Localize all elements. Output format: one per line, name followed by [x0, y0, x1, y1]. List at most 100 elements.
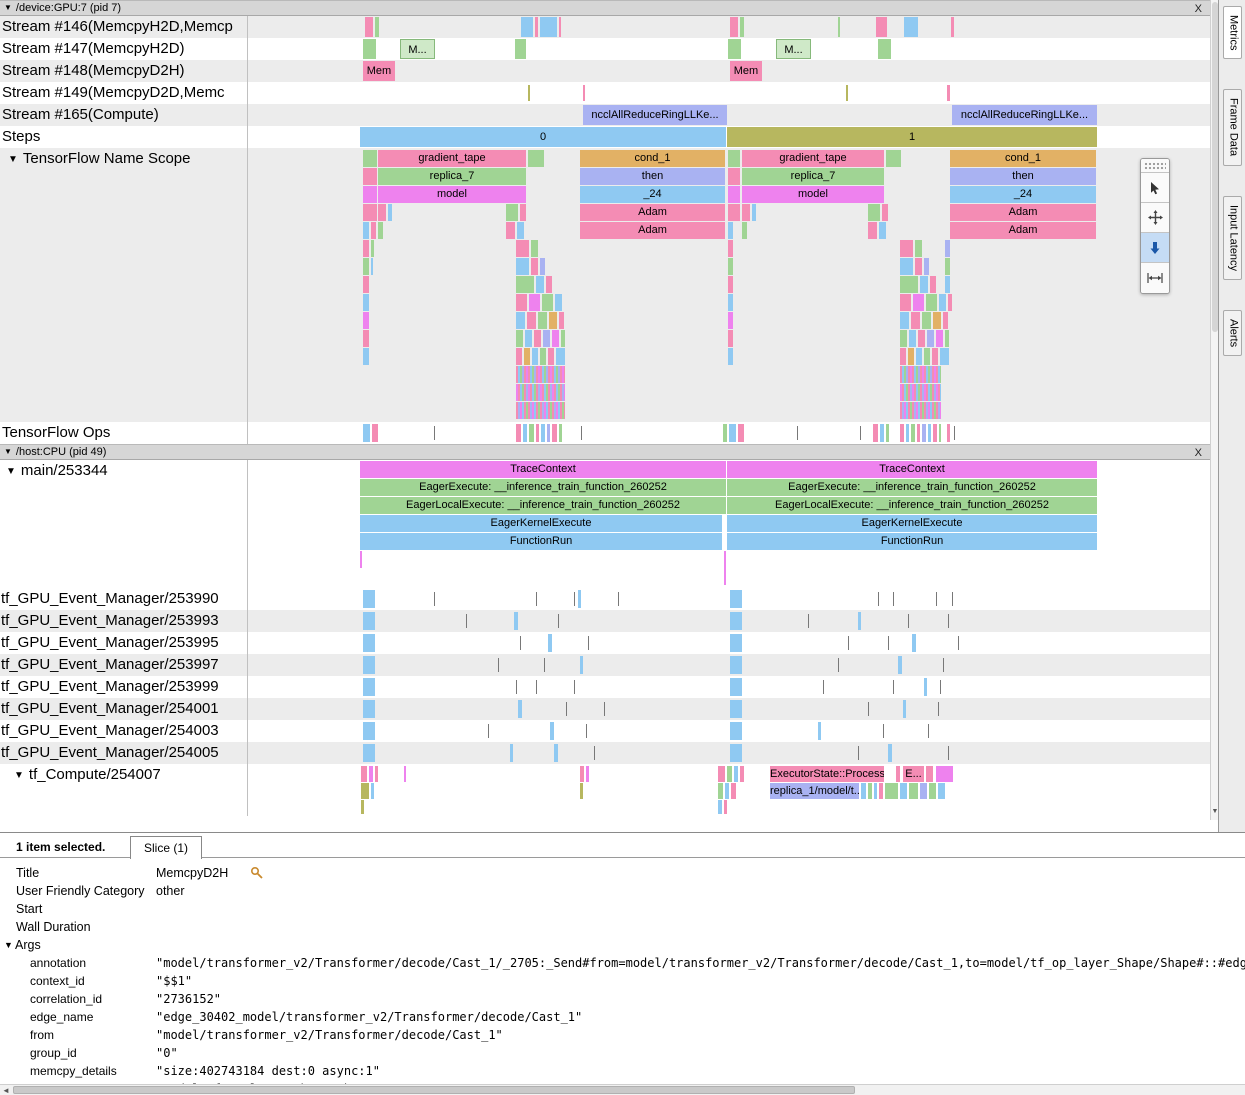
trace-slice[interactable]	[520, 204, 526, 221]
trace-slice[interactable]	[908, 348, 914, 365]
trace-slice[interactable]	[878, 39, 891, 59]
trace-slice[interactable]	[846, 85, 848, 101]
trace-slice[interactable]	[532, 348, 538, 365]
trace-slice[interactable]	[948, 294, 952, 311]
trace-slice[interactable]	[363, 294, 369, 311]
trace-slice[interactable]: 1	[727, 127, 1097, 147]
trace-slice[interactable]	[516, 258, 529, 275]
trace-slice[interactable]	[818, 722, 821, 740]
trace-slice[interactable]	[926, 294, 937, 311]
trace-slice[interactable]	[586, 766, 589, 782]
trace-tick[interactable]	[498, 658, 499, 672]
trace-tick[interactable]	[888, 636, 889, 650]
trace-slice[interactable]	[363, 150, 377, 167]
trace-slice[interactable]	[936, 330, 943, 347]
trace-slice[interactable]	[371, 258, 373, 275]
trace-slice[interactable]	[718, 766, 725, 782]
trace-slice[interactable]	[388, 204, 392, 221]
trace-slice[interactable]	[947, 85, 950, 101]
trace-slice[interactable]	[900, 258, 913, 275]
trace-slice[interactable]	[538, 312, 547, 329]
trace-tick[interactable]	[574, 592, 575, 606]
trace-slice[interactable]	[728, 330, 733, 347]
trace-slice[interactable]: then	[950, 168, 1096, 185]
scroll-left-icon[interactable]: ◄	[2, 1086, 10, 1095]
trace-slice[interactable]	[583, 85, 585, 101]
trace-slice[interactable]	[516, 348, 522, 365]
trace-slice[interactable]	[900, 348, 906, 365]
trace-slice[interactable]	[378, 222, 383, 239]
row-label[interactable]: ▼TensorFlow Name Scope	[0, 148, 248, 422]
palette-drag-handle[interactable]	[1141, 159, 1169, 173]
trace-tick[interactable]	[954, 426, 955, 440]
trace-slice[interactable]	[904, 17, 918, 37]
trace-slice[interactable]	[900, 366, 941, 383]
trace-slice[interactable]	[913, 294, 924, 311]
trace-slice[interactable]	[518, 700, 522, 718]
trace-slice[interactable]	[552, 424, 557, 442]
trace-slice[interactable]	[525, 330, 532, 347]
trace-slice[interactable]	[363, 258, 369, 275]
trace-slice[interactable]	[510, 744, 513, 762]
trace-tick[interactable]	[893, 680, 894, 694]
trace-tick[interactable]	[883, 724, 884, 738]
trace-slice[interactable]	[517, 222, 524, 239]
trace-tick[interactable]	[928, 724, 929, 738]
trace-tick[interactable]	[558, 614, 559, 628]
trace-slice[interactable]	[363, 39, 376, 59]
trace-slice[interactable]: EagerKernelExecute	[360, 515, 722, 532]
trace-slice[interactable]: M...	[400, 39, 435, 59]
trace-slice[interactable]	[886, 150, 901, 167]
trace-slice[interactable]	[742, 204, 750, 221]
trace-tick[interactable]	[893, 592, 894, 606]
trace-slice[interactable]	[861, 783, 866, 799]
trace-slice[interactable]	[724, 800, 727, 814]
trace-slice[interactable]: replica_1/model/t...	[770, 783, 859, 799]
trace-slice[interactable]	[718, 800, 722, 814]
trace-slice[interactable]: Adam	[950, 222, 1096, 239]
trace-slice[interactable]: ExecutorState::Process	[770, 766, 884, 782]
trace-slice[interactable]	[371, 222, 376, 239]
trace-slice[interactable]	[516, 312, 525, 329]
trace-slice[interactable]: EagerLocalExecute: __inference_train_fun…	[727, 497, 1097, 514]
trace-tick[interactable]	[940, 680, 941, 694]
trace-tick[interactable]	[838, 658, 839, 672]
trace-slice[interactable]	[556, 348, 565, 365]
trace-slice[interactable]	[540, 258, 545, 275]
trace-slice[interactable]: EagerExecute: __inference_train_function…	[360, 479, 726, 496]
trace-slice[interactable]	[903, 700, 906, 718]
trace-slice[interactable]	[363, 186, 377, 203]
trace-slice[interactable]	[742, 222, 747, 239]
trace-slice[interactable]	[929, 783, 936, 799]
trace-slice[interactable]	[885, 783, 898, 799]
trace-slice[interactable]	[918, 330, 925, 347]
trace-slice[interactable]	[718, 783, 723, 799]
trace-tick[interactable]	[594, 746, 595, 760]
trace-slice[interactable]	[915, 240, 922, 257]
trace-slice[interactable]	[730, 678, 742, 696]
trace-slice[interactable]	[580, 766, 584, 782]
trace-slice[interactable]: ncclAllReduceRingLLKe...	[952, 105, 1097, 125]
trace-slice[interactable]	[911, 312, 920, 329]
trace-slice[interactable]	[924, 678, 927, 696]
trace-slice[interactable]	[559, 312, 564, 329]
trace-slice[interactable]	[945, 330, 949, 347]
trace-slice[interactable]	[900, 384, 941, 401]
trace-slice[interactable]	[728, 222, 733, 239]
trace-slice[interactable]	[536, 424, 539, 442]
trace-slice[interactable]	[548, 348, 554, 365]
trace-slice[interactable]	[535, 17, 538, 37]
trace-slice[interactable]	[404, 766, 406, 782]
side-tab-alerts[interactable]: Alerts	[1223, 310, 1242, 356]
trace-slice[interactable]	[375, 766, 378, 782]
trace-slice[interactable]	[900, 783, 907, 799]
trace-slice[interactable]: model	[378, 186, 526, 203]
horizontal-scrollbar-thumb[interactable]	[13, 1086, 855, 1094]
trace-slice[interactable]	[951, 17, 954, 37]
trace-slice[interactable]	[932, 348, 938, 365]
trace-slice[interactable]	[916, 348, 922, 365]
trace-slice[interactable]	[363, 222, 369, 239]
trace-slice[interactable]	[363, 424, 370, 442]
trace-slice[interactable]	[888, 744, 892, 762]
trace-slice[interactable]	[728, 150, 740, 167]
